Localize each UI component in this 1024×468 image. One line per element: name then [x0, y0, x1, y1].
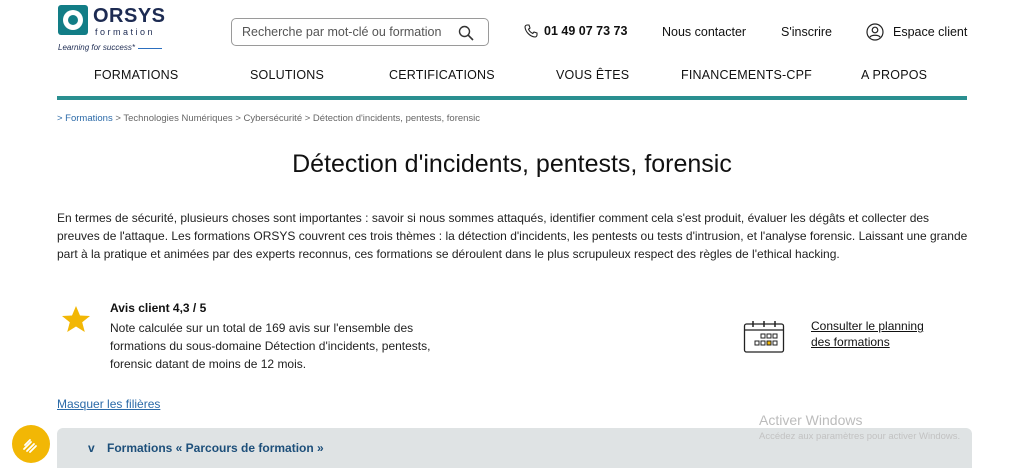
- search-input[interactable]: [242, 23, 452, 41]
- search-box[interactable]: [231, 18, 489, 46]
- nav-vous-etes[interactable]: VOUS ÊTES: [556, 68, 629, 82]
- hand-wave-icon: [23, 439, 37, 453]
- planning-link-line1: Consulter le planning: [811, 319, 924, 333]
- rating-title: Avis client 4,3 / 5: [110, 301, 207, 315]
- nav-formations[interactable]: FORMATIONS: [94, 68, 178, 82]
- tagline-underline: [138, 48, 162, 49]
- logo-sub: formation: [95, 27, 156, 37]
- windows-watermark-sub: Accédez aux paramètres pour activer Wind…: [759, 431, 961, 442]
- planning-link-line2: des formations: [811, 335, 890, 349]
- hide-tracks-link[interactable]: Masquer les filières: [57, 397, 160, 411]
- breadcrumb-technologies[interactable]: > Technologies Numériques: [115, 113, 232, 124]
- client-space-label: Espace client: [893, 25, 968, 39]
- accordion-label: Formations « Parcours de formation »: [107, 441, 324, 455]
- user-icon: [866, 23, 884, 41]
- client-space-link[interactable]: Espace client: [866, 23, 967, 41]
- search-icon[interactable]: [458, 25, 474, 41]
- intro-text: En termes de sécurité, plusieurs choses …: [57, 211, 968, 261]
- nav-underline-bar: [57, 96, 967, 100]
- phone-icon: [524, 24, 538, 38]
- contact-link[interactable]: Nous contacter: [662, 25, 746, 39]
- nav-a-propos[interactable]: A PROPOS: [861, 68, 927, 82]
- rating-note: Note calculée sur un total de 169 avis s…: [110, 321, 431, 371]
- page-title: Détection d'incidents, pentests, forensi…: [292, 150, 732, 178]
- windows-watermark-title: Activer Windows: [759, 412, 863, 428]
- main-nav: FORMATIONS SOLUTIONS CERTIFICATIONS VOUS…: [57, 68, 967, 90]
- logo-mark-icon: [58, 5, 88, 35]
- phone-number: 01 49 07 73 73: [544, 24, 628, 38]
- chevron-down-icon: v: [88, 441, 95, 455]
- logo-tagline: Learning for success*: [58, 43, 135, 52]
- breadcrumb-current: > Détection d'incidents, pentests, foren…: [304, 113, 481, 124]
- star-icon: [62, 306, 90, 332]
- breadcrumb: > Formations > Technologies Numériques >…: [57, 113, 480, 124]
- logo-name: ORSYS: [93, 5, 166, 27]
- phone-contact[interactable]: 01 49 07 73 73: [524, 24, 627, 38]
- breadcrumb-formations[interactable]: > Formations: [57, 113, 113, 124]
- breadcrumb-cybersecurite[interactable]: > Cybersécurité: [235, 113, 302, 124]
- orsys-logo[interactable]: ORSYS formation Learning for success*: [58, 5, 168, 53]
- nav-solutions[interactable]: SOLUTIONS: [250, 68, 324, 82]
- floating-assist-button[interactable]: [12, 425, 50, 463]
- signup-link[interactable]: S'inscrire: [781, 25, 832, 39]
- nav-certifications[interactable]: CERTIFICATIONS: [389, 68, 495, 82]
- planning-link[interactable]: Consulter le planning des formations: [811, 318, 951, 350]
- calendar-icon[interactable]: [743, 320, 785, 354]
- nav-financements-cpf[interactable]: FINANCEMENTS-CPF: [681, 68, 812, 82]
